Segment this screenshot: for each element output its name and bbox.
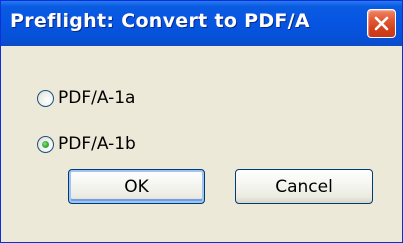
radio-label-pdfa-1a: PDF/A-1a [58, 88, 136, 108]
radio-button-unselected[interactable] [37, 89, 54, 107]
close-x-icon [374, 16, 389, 31]
window-title: Preflight: Convert to PDF/A [10, 10, 310, 32]
title-bar[interactable]: Preflight: Convert to PDF/A [1, 1, 402, 46]
radio-button-selected[interactable] [37, 135, 54, 153]
ok-button[interactable]: OK [68, 169, 205, 204]
close-button[interactable] [367, 9, 396, 38]
dialog-body: PDF/A-1a PDF/A-1b OK Cancel [1, 46, 402, 242]
preflight-dialog: Preflight: Convert to PDF/A PDF/A-1a PDF… [0, 0, 403, 243]
cancel-button[interactable]: Cancel [235, 169, 373, 204]
radio-selected-dot [42, 140, 49, 148]
radio-option-pdfa-1a[interactable]: PDF/A-1a [37, 86, 135, 110]
radio-label-pdfa-1b: PDF/A-1b [58, 134, 136, 154]
radio-option-pdfa-1b[interactable]: PDF/A-1b [37, 132, 136, 156]
